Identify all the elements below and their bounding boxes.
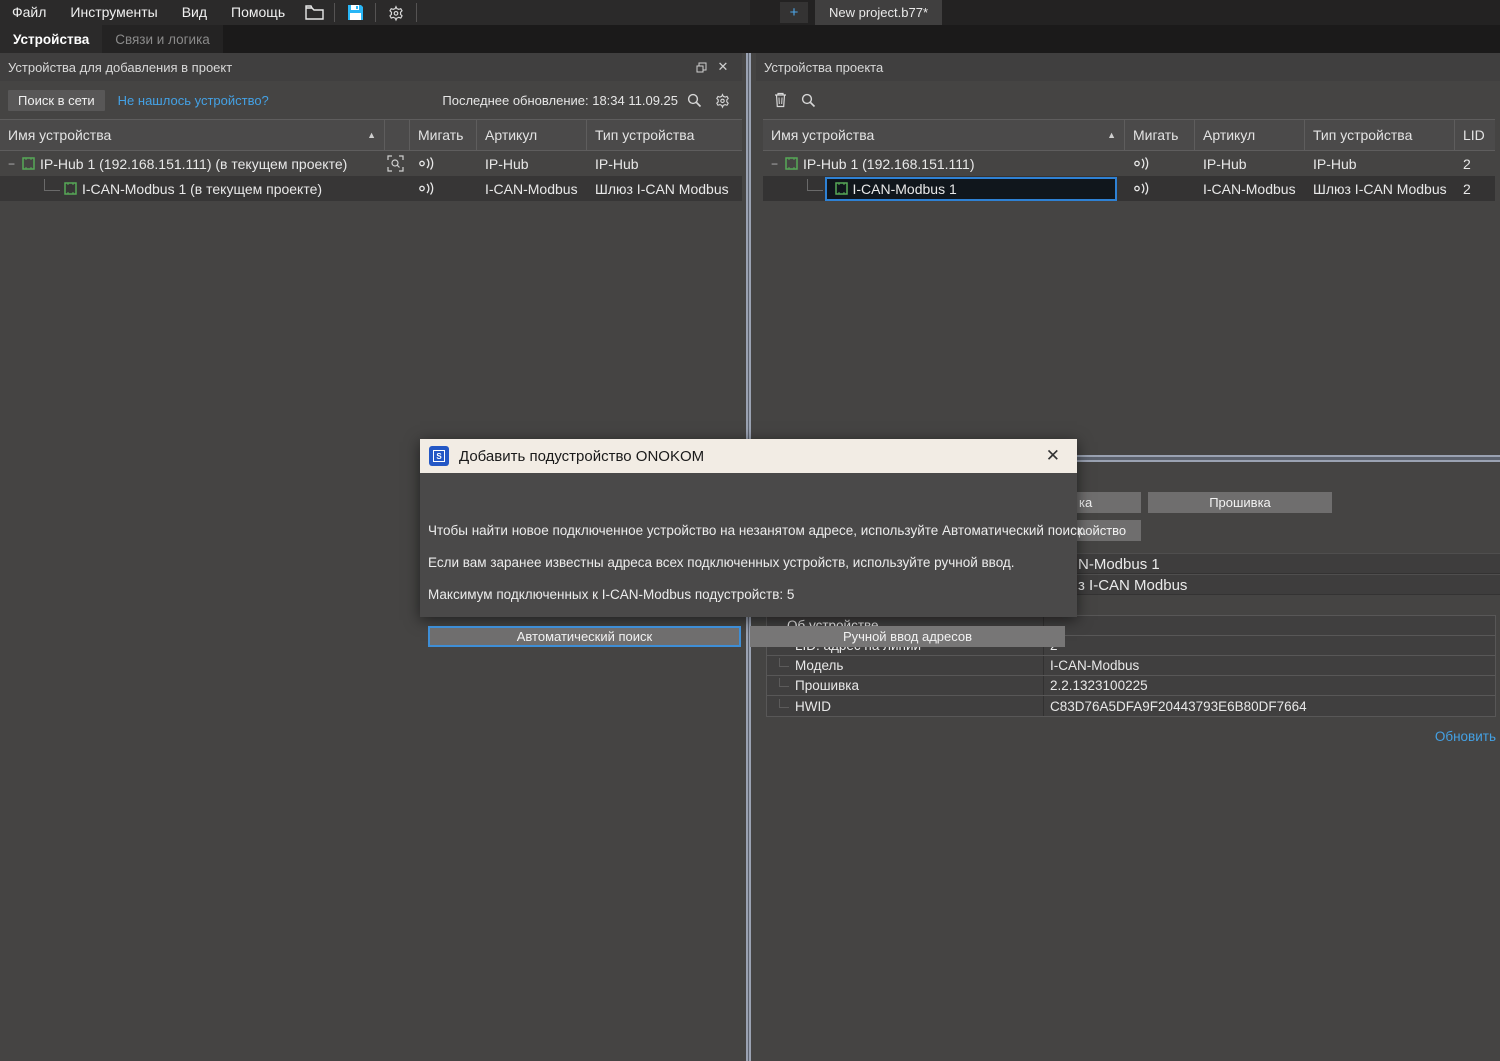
col-header-type[interactable]: Тип устройства (587, 120, 742, 150)
open-folder-icon[interactable] (297, 0, 331, 25)
menu-file[interactable]: Файл (0, 0, 58, 25)
tab-devices[interactable]: Устройства (0, 25, 102, 53)
search-network-button[interactable]: Поиск в сети (8, 90, 105, 111)
col-header-articul[interactable]: Артикул (477, 120, 587, 150)
right-table-header: Имя устройства▲ Мигать Артикул Тип устро… (763, 119, 1495, 151)
left-panel-title: Устройства для добавления в проект (8, 60, 232, 75)
blink-signal-icon[interactable] (1133, 157, 1151, 170)
app-logo-icon: S (429, 446, 449, 466)
tree-branch (807, 179, 823, 191)
dialog-title: Добавить подустройство ONOKOM (459, 448, 704, 465)
add-subdevice-dialog: S Добавить подустройство ONOKOM ✕ Чтобы … (420, 439, 1077, 617)
property-row: Прошивка 2.2.1323100225 (767, 676, 1495, 696)
left-table-header: Имя устройства▲ Мигать Артикул Тип устро… (0, 119, 742, 151)
project-tabbar: + New project.b77* (750, 0, 1500, 25)
col-header-lid[interactable]: LID (1455, 120, 1495, 150)
table-row-selected[interactable]: I-CAN-Modbus 1 I-CAN-Modbus Шлюз I-CAN M… (763, 176, 1495, 201)
left-panel-header: Устройства для добавления в проект ✕ (0, 53, 742, 81)
dialog-titlebar: S Добавить подустройство ONOKOM ✕ (420, 439, 1077, 473)
search-icon[interactable] (682, 89, 706, 111)
toolbar-separator (375, 3, 376, 22)
property-row: HWID C83D76A5DFA9F20443793E6B80DF7664 (767, 696, 1495, 716)
col-header-type[interactable]: Тип устройства (1305, 120, 1455, 150)
col-header-blink[interactable]: Мигать (410, 120, 477, 150)
menu-view[interactable]: Вид (170, 0, 219, 25)
col-header-empty[interactable] (385, 120, 410, 150)
right-panel-title: Устройства проекта (764, 60, 883, 75)
partial-button-label: ка (1079, 495, 1092, 510)
settings-gear-icon[interactable] (379, 0, 413, 25)
titlebar: Файл Инструменты Вид Помощь + New projec… (0, 0, 1500, 25)
selected-name-cell[interactable]: I-CAN-Modbus 1 (825, 177, 1118, 201)
new-project-tab-button[interactable]: + (780, 2, 808, 23)
property-row: Модель I-CAN-Modbus (767, 656, 1495, 676)
tab-links-logic[interactable]: Связи и логика (102, 25, 223, 53)
collapse-icon[interactable]: − (771, 157, 783, 171)
col-header-articul[interactable]: Артикул (1195, 120, 1305, 150)
col-header-blink[interactable]: Мигать (1125, 120, 1195, 150)
blink-signal-icon[interactable] (1133, 182, 1151, 195)
close-panel-icon[interactable]: ✕ (712, 58, 734, 76)
trash-icon[interactable] (768, 89, 792, 111)
dialog-paragraph: Максимум подключенных к I-CAN-Modbus под… (428, 587, 794, 602)
device-icon (64, 182, 77, 195)
menu-tools[interactable]: Инструменты (58, 0, 169, 25)
table-row[interactable]: I-CAN-Modbus 1 (в текущем проекте) I-CAN… (0, 176, 742, 201)
device-icon (835, 182, 848, 195)
right-panel-toolbar (756, 81, 1500, 119)
device-icon (22, 157, 35, 170)
dialog-body: Чтобы найти новое подключенное устройств… (420, 473, 1077, 617)
manual-address-entry-button[interactable]: Ручной ввод адресов (750, 626, 1065, 647)
auto-search-button[interactable]: Автоматический поиск (428, 626, 741, 647)
refresh-link[interactable]: Обновить (1435, 729, 1496, 744)
col-header-name[interactable]: Имя устройства▲ (0, 120, 385, 150)
col-header-name[interactable]: Имя устройства▲ (763, 120, 1125, 150)
right-panel-header: Устройства проекта (756, 53, 1500, 81)
tree-branch (779, 658, 789, 667)
tree-branch (44, 179, 60, 191)
left-panel-toolbar: Поиск в сети Не нашлось устройство? Посл… (0, 81, 742, 119)
save-icon[interactable] (338, 0, 372, 25)
project-tab[interactable]: New project.b77* (815, 0, 942, 25)
toolbar-separator (416, 3, 417, 22)
float-panel-icon[interactable] (690, 58, 712, 76)
table-row[interactable]: − IP-Hub 1 (192.168.151.111) IP-Hub IP-H… (763, 151, 1495, 176)
sort-asc-icon: ▲ (367, 130, 376, 140)
tree-branch (779, 699, 789, 708)
search-icon[interactable] (796, 89, 820, 111)
toolbar-separator (334, 3, 335, 22)
device-not-found-link[interactable]: Не нашлось устройство? (118, 93, 269, 108)
dialog-paragraph: Если вам заранее известны адреса всех по… (428, 555, 1015, 570)
menu-help[interactable]: Помощь (219, 0, 297, 25)
firmware-button[interactable]: Прошивка (1148, 492, 1332, 513)
blink-signal-icon[interactable] (418, 182, 436, 195)
dialog-paragraph: Чтобы найти новое подключенное устройств… (428, 523, 1087, 538)
table-row[interactable]: − IP-Hub 1 (192.168.151.111) (в текущем … (0, 151, 742, 176)
device-icon (785, 157, 798, 170)
collapse-icon[interactable]: − (8, 157, 20, 171)
tree-branch (779, 678, 789, 687)
last-update-text: Последнее обновление: 18:34 11.09.25 (442, 93, 678, 108)
main-tabstrip: Устройства Связи и логика (0, 25, 1500, 53)
blink-signal-icon[interactable] (418, 157, 436, 170)
dialog-close-icon[interactable]: ✕ (1038, 446, 1068, 466)
locate-device-icon[interactable] (387, 155, 404, 172)
gear-icon[interactable] (710, 89, 734, 111)
sort-asc-icon: ▲ (1107, 130, 1116, 140)
